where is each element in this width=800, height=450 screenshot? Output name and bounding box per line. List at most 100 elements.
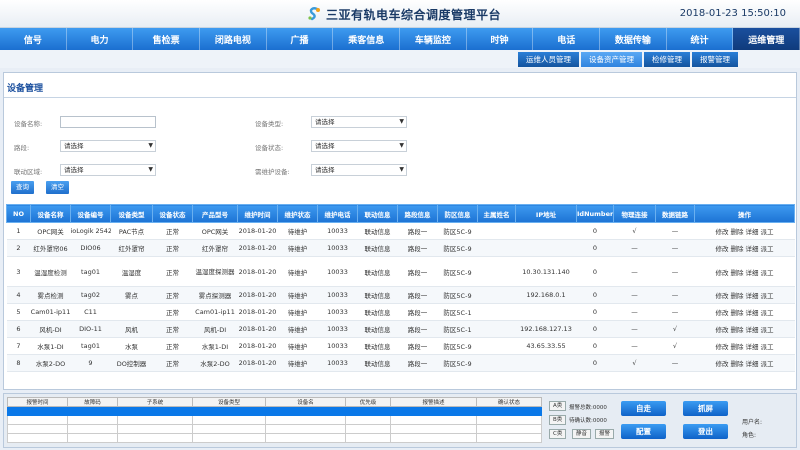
action-link-1[interactable]: 删除 bbox=[731, 245, 744, 253]
action-link-1[interactable]: 删除 bbox=[731, 326, 744, 334]
cell-idnum: 0 bbox=[576, 256, 614, 287]
device-status-select[interactable]: 请选择 ▼ bbox=[311, 140, 407, 152]
linked-area-select[interactable]: 请选择 ▼ bbox=[60, 164, 156, 176]
action-link-0[interactable]: 修改 bbox=[716, 245, 729, 253]
action-link-3[interactable]: 派工 bbox=[761, 309, 774, 317]
column-header: IdNumber bbox=[576, 204, 614, 223]
subnav-item-1[interactable]: 设备资产管理 bbox=[581, 52, 642, 67]
screenshot-button[interactable]: 抓屏 bbox=[683, 401, 728, 416]
action-link-0[interactable]: 修改 bbox=[716, 360, 729, 368]
cell-link: 联动信息 bbox=[357, 320, 398, 338]
subnav-item-2[interactable]: 检修管理 bbox=[644, 52, 690, 67]
cell-type: 红外罩帘 bbox=[110, 239, 153, 257]
action-link-2[interactable]: 详细 bbox=[746, 343, 759, 351]
nav-item-8[interactable]: 电话 bbox=[533, 28, 601, 50]
nav-item-11[interactable]: 运维管理 bbox=[733, 28, 800, 50]
cell-ip: 43.65.33.55 bbox=[515, 337, 577, 355]
alarm-class-b-button[interactable]: B类 bbox=[549, 415, 567, 425]
cell-datalink: √ bbox=[655, 320, 695, 338]
alarm-column-header: 优先级 bbox=[345, 397, 391, 407]
action-link-3[interactable]: 派工 bbox=[761, 360, 774, 368]
column-header: 产品型号 bbox=[192, 204, 238, 223]
action-link-0[interactable]: 修改 bbox=[716, 309, 729, 317]
action-link-2[interactable]: 详细 bbox=[746, 245, 759, 253]
nav-item-1[interactable]: 电力 bbox=[67, 28, 134, 50]
mute-button[interactable]: 静音 bbox=[572, 429, 592, 439]
cell-type: 雾点 bbox=[110, 286, 153, 304]
cell-datalink: — bbox=[655, 354, 695, 372]
route-select[interactable]: 请选择 ▼ bbox=[60, 140, 156, 152]
action-link-1[interactable]: 删除 bbox=[731, 228, 744, 236]
action-link-3[interactable]: 派工 bbox=[761, 269, 774, 277]
divider bbox=[4, 97, 796, 98]
alarm-row[interactable] bbox=[7, 424, 542, 434]
role-label: 角色: bbox=[742, 432, 757, 439]
dropdown-arrow-icon: ▼ bbox=[148, 142, 153, 149]
nav-item-2[interactable]: 售检票 bbox=[133, 28, 201, 50]
subnav-item-3[interactable]: 报警管理 bbox=[692, 52, 738, 67]
clear-button[interactable]: 清空 bbox=[46, 181, 69, 194]
action-link-0[interactable]: 修改 bbox=[716, 326, 729, 334]
action-link-3[interactable]: 派工 bbox=[761, 326, 774, 334]
action-link-2[interactable]: 详细 bbox=[746, 292, 759, 300]
nav-item-10[interactable]: 统计 bbox=[667, 28, 734, 50]
action-link-0[interactable]: 修改 bbox=[716, 228, 729, 236]
cell-code: tag01 bbox=[70, 256, 111, 287]
action-link-2[interactable]: 详细 bbox=[746, 269, 759, 277]
cell-phone: 10033 bbox=[317, 320, 358, 338]
device-type-label: 设备类型: bbox=[255, 120, 284, 128]
action-link-1[interactable]: 删除 bbox=[731, 269, 744, 277]
nav-item-4[interactable]: 广播 bbox=[267, 28, 334, 50]
alarm-row[interactable] bbox=[7, 433, 542, 443]
device-name-input[interactable] bbox=[60, 116, 156, 128]
cell-owner bbox=[477, 256, 516, 287]
alarm-class-a-button[interactable]: A类 bbox=[549, 401, 567, 411]
config-button[interactable]: 配置 bbox=[621, 424, 666, 439]
query-button[interactable]: 查询 bbox=[11, 181, 34, 194]
alarm-row[interactable] bbox=[7, 415, 542, 425]
dropdown-arrow-icon: ▼ bbox=[148, 166, 153, 173]
nav-item-9[interactable]: 数据传输 bbox=[600, 28, 667, 50]
action-link-3[interactable]: 派工 bbox=[761, 245, 774, 253]
action-link-0[interactable]: 修改 bbox=[716, 343, 729, 351]
nav-item-5[interactable]: 乘客信息 bbox=[333, 28, 401, 50]
action-link-1[interactable]: 删除 bbox=[731, 309, 744, 317]
action-link-3[interactable]: 派工 bbox=[761, 228, 774, 236]
self-run-button[interactable]: 自走 bbox=[621, 401, 666, 416]
cell-phone: 10033 bbox=[317, 222, 358, 240]
action-link-1[interactable]: 删除 bbox=[731, 360, 744, 368]
logout-button[interactable]: 登出 bbox=[683, 424, 728, 439]
action-link-2[interactable]: 详细 bbox=[746, 228, 759, 236]
cell-datalink: — bbox=[655, 286, 695, 304]
nav-item-0[interactable]: 信号 bbox=[0, 28, 67, 50]
cell-status: 正常 bbox=[152, 354, 193, 372]
action-link-2[interactable]: 详细 bbox=[746, 326, 759, 334]
table-row: 3 温湿度检测 tag01 温湿度 正常 温湿度探测器 2018-01-20 待维护 10033… bbox=[6, 256, 795, 287]
cell-name: 水泵1-DI bbox=[30, 337, 71, 355]
alarm-ack-button[interactable]: 报警 bbox=[595, 429, 615, 439]
cell-phys: — bbox=[613, 239, 656, 257]
nav-item-3[interactable]: 闭路电视 bbox=[200, 28, 267, 50]
action-link-3[interactable]: 派工 bbox=[761, 292, 774, 300]
cell-name: OPC网关 bbox=[30, 222, 71, 240]
action-link-0[interactable]: 修改 bbox=[716, 269, 729, 277]
nav-item-6[interactable]: 车辆监控 bbox=[400, 28, 467, 50]
nav-item-7[interactable]: 时钟 bbox=[467, 28, 534, 50]
app-logo-icon bbox=[308, 7, 320, 21]
action-link-1[interactable]: 删除 bbox=[731, 292, 744, 300]
action-link-0[interactable]: 修改 bbox=[716, 292, 729, 300]
maintain-device-select[interactable]: 请选择 ▼ bbox=[311, 164, 407, 176]
cell-type: PAC节点 bbox=[110, 222, 153, 240]
action-link-2[interactable]: 详细 bbox=[746, 360, 759, 368]
alarm-row[interactable] bbox=[7, 406, 542, 416]
cell-ip bbox=[515, 303, 577, 321]
action-link-3[interactable]: 派工 bbox=[761, 343, 774, 351]
subnav-item-0[interactable]: 运维人员管理 bbox=[518, 52, 579, 67]
device-status-value: 请选择 bbox=[315, 142, 335, 150]
alarm-column-header: 报警时间 bbox=[7, 397, 68, 407]
alarm-class-c-button[interactable]: C类 bbox=[549, 429, 567, 439]
device-type-select[interactable]: 请选择 ▼ bbox=[311, 116, 407, 128]
action-link-2[interactable]: 详细 bbox=[746, 309, 759, 317]
action-link-1[interactable]: 删除 bbox=[731, 343, 744, 351]
cell-phys: — bbox=[613, 320, 656, 338]
